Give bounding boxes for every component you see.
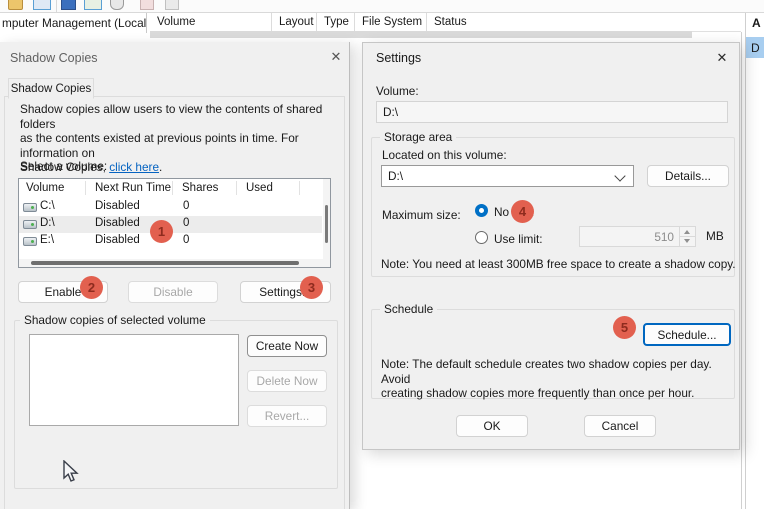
- toolbar: [0, 0, 764, 12]
- schedule-note: Note: The default schedule creates two s…: [381, 357, 734, 401]
- settings-dialog: Settings ✕ Volume: D:\ Storage area Loca…: [362, 42, 740, 450]
- step-3-badge: 3: [300, 276, 323, 299]
- actions-panel: A D: [745, 13, 764, 509]
- background-row-strip: [150, 31, 692, 38]
- storage-note: Note: You need at least 300MB free space…: [381, 257, 736, 272]
- spinner-up-icon[interactable]: [679, 227, 695, 237]
- toolbar-separator: [56, 0, 57, 12]
- storage-area-group: Storage area Located on this volume: D:\…: [371, 137, 735, 277]
- volume-value-field: D:\: [376, 101, 728, 123]
- shadow-copies-dialog: Shadow Copies ✕ Shadow Copies Shadow cop…: [0, 42, 350, 509]
- close-icon[interactable]: ✕: [713, 49, 731, 67]
- step-2-badge: 2: [80, 276, 103, 299]
- create-now-button[interactable]: Create Now: [247, 335, 327, 357]
- drive-icon: [23, 203, 37, 212]
- volume-columns-header: Volume Layout Type File System Status: [150, 13, 741, 32]
- column-status[interactable]: Status: [427, 13, 597, 31]
- tab-shadow-copies[interactable]: Shadow Copies: [8, 78, 94, 99]
- vertical-scrollbar-thumb[interactable]: [325, 205, 328, 243]
- column-file-system[interactable]: File System: [355, 13, 427, 31]
- folder-icon[interactable]: [8, 0, 23, 10]
- export-list-icon[interactable]: [33, 0, 51, 10]
- disable-button[interactable]: Disable: [128, 281, 218, 303]
- use-limit-label[interactable]: Use limit:: [494, 232, 543, 246]
- content-scroll-divider: [741, 32, 742, 509]
- volume-label: Volume:: [376, 84, 419, 98]
- dialog-title: Settings: [376, 51, 421, 65]
- located-label: Located on this volume:: [382, 148, 507, 162]
- dialog-title: Shadow Copies: [10, 51, 98, 65]
- list-column-used[interactable]: Used: [246, 179, 273, 197]
- volume-list[interactable]: Volume Next Run Time Shares Used C:\ Dis…: [18, 178, 331, 268]
- max-size-label: Maximum size:: [382, 208, 461, 222]
- horizontal-scrollbar[interactable]: [19, 259, 323, 267]
- list-column-next-run-time[interactable]: Next Run Time: [95, 179, 171, 197]
- selected-volume-group-label: Shadow copies of selected volume: [20, 313, 210, 327]
- storage-area-group-label: Storage area: [380, 130, 456, 144]
- close-icon[interactable]: ✕: [327, 48, 345, 66]
- properties-icon[interactable]: [61, 0, 76, 10]
- mouse-cursor-icon: [63, 460, 81, 484]
- located-volume-dropdown[interactable]: D:\: [381, 165, 634, 187]
- column-layout[interactable]: Layout: [272, 13, 317, 31]
- schedule-button[interactable]: Schedule...: [643, 323, 731, 346]
- no-limit-radio[interactable]: [475, 204, 488, 217]
- ok-button[interactable]: OK: [456, 415, 528, 437]
- column-volume[interactable]: Volume: [150, 13, 272, 31]
- schedule-group-label: Schedule: [380, 302, 437, 316]
- limit-value: 510: [654, 230, 674, 244]
- select-volume-label: Select a volume:: [20, 159, 107, 173]
- click-here-link[interactable]: click here: [109, 160, 159, 174]
- schedule-group: Schedule Schedule... Note: The default s…: [371, 309, 735, 399]
- horizontal-scrollbar-thumb[interactable]: [31, 261, 299, 265]
- actions-selected-item[interactable]: D: [746, 37, 764, 58]
- up-level-icon[interactable]: [140, 0, 154, 10]
- use-limit-radio[interactable]: [475, 231, 488, 244]
- step-5-badge: 5: [613, 316, 636, 339]
- refresh-icon[interactable]: [165, 0, 179, 10]
- limit-spinner[interactable]: 510: [579, 226, 696, 247]
- step-4-badge: 4: [511, 200, 534, 223]
- list-column-shares[interactable]: Shares: [182, 179, 218, 197]
- details-button[interactable]: Details...: [647, 165, 729, 187]
- chevron-down-icon: [614, 170, 625, 181]
- shadow-copies-listbox[interactable]: [29, 334, 239, 426]
- delete-now-button[interactable]: Delete Now: [247, 370, 327, 392]
- tree-item-computer-management[interactable]: mputer Management (Local: [2, 16, 146, 30]
- list-column-volume[interactable]: Volume: [26, 179, 64, 197]
- spinner-down-icon[interactable]: [679, 237, 695, 246]
- actions-panel-title: A: [752, 16, 761, 30]
- vertical-scrollbar[interactable]: [323, 179, 330, 267]
- mb-unit-label: MB: [706, 229, 724, 243]
- drive-icon: [23, 220, 37, 229]
- volume-row-c[interactable]: C:\ Disabled 0: [19, 199, 322, 216]
- revert-button[interactable]: Revert...: [247, 405, 327, 427]
- console-tree-panel: mputer Management (Local: [0, 13, 147, 33]
- screenshot-root: mputer Management (Local Volume Layout T…: [0, 0, 764, 509]
- search-icon[interactable]: [110, 0, 124, 10]
- cancel-button[interactable]: Cancel: [584, 415, 656, 437]
- drive-icon: [23, 237, 37, 246]
- help-window-icon[interactable]: [84, 0, 102, 10]
- step-1-badge: 1: [150, 220, 173, 243]
- column-type[interactable]: Type: [317, 13, 355, 31]
